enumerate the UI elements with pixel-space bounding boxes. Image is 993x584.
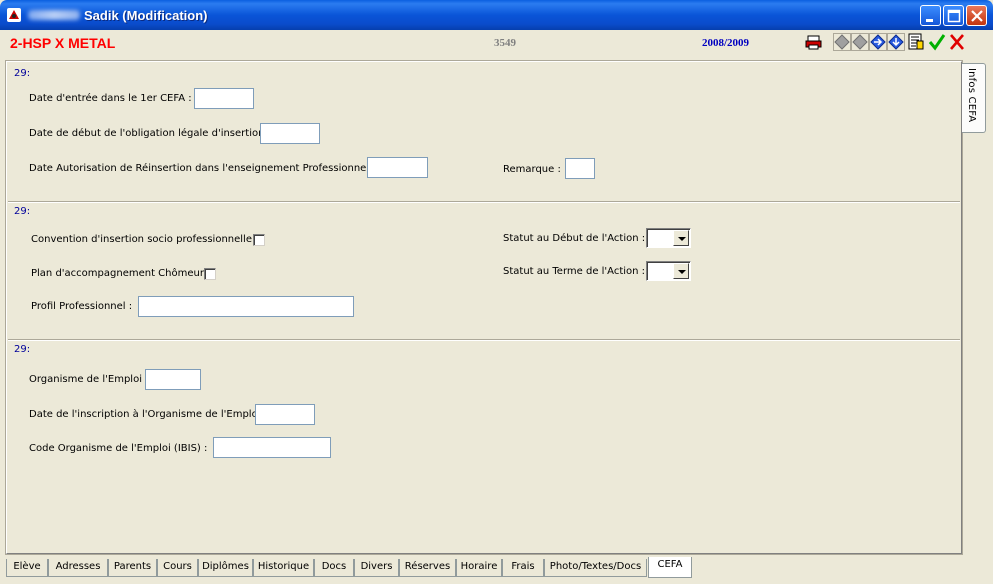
tab-reserves[interactable]: Réserves [399, 559, 456, 577]
school-year: 2008/2009 [702, 37, 750, 49]
date-autorisation-input[interactable] [368, 158, 427, 177]
organisme-input[interactable] [146, 370, 200, 389]
section-label: 29: [14, 344, 31, 355]
profil-input[interactable] [139, 297, 353, 316]
section-organisme-emploi: 29: Organisme de l'Emploi : Date de l'in… [8, 342, 960, 552]
date-debut-label: Date de début de l'obligation légale d'i… [29, 128, 271, 139]
check-icon[interactable] [928, 33, 946, 51]
code-label: Code Organisme de l'Emploi (IBIS) : [29, 443, 208, 454]
date-entree-field[interactable] [194, 88, 254, 109]
organisme-label: Organisme de l'Emploi : [29, 374, 149, 385]
date-debut-input[interactable] [261, 124, 319, 143]
tab-infos-cefa-label: Infos CEFA [966, 68, 977, 123]
section-cefa-dates: 29: Date d'entrée dans le 1er CEFA : Dat… [8, 62, 960, 203]
next-record-arrow-icon[interactable] [869, 33, 887, 51]
remarque-field[interactable] [565, 158, 595, 179]
tab-divers[interactable]: Divers [354, 559, 399, 577]
date-entree-label: Date d'entrée dans le 1er CEFA : [29, 93, 192, 104]
statut-debut-label: Statut au Début de l'Action : [503, 233, 646, 244]
tab-diplomes[interactable]: Diplômes [198, 559, 253, 577]
statut-debut-select[interactable] [646, 228, 691, 248]
close-button[interactable] [966, 5, 987, 26]
first-record-diamond-icon[interactable] [833, 33, 851, 51]
tab-horaire[interactable]: Horaire [456, 559, 502, 577]
tab-parents[interactable]: Parents [108, 559, 157, 577]
statut-terme-select[interactable] [646, 261, 691, 281]
tab-infos-cefa[interactable]: Infos CEFA [962, 63, 986, 133]
remarque-input[interactable] [566, 159, 594, 178]
section-insertion: 29: Convention d'insertion socio profess… [8, 204, 960, 341]
plan-label: Plan d'accompagnement Chômeur : [31, 268, 211, 279]
tab-adresses[interactable]: Adresses [48, 559, 108, 577]
app-icon [7, 8, 21, 22]
minimize-button[interactable] [920, 5, 941, 26]
chevron-down-icon[interactable] [673, 263, 689, 279]
date-debut-field[interactable] [260, 123, 320, 144]
tab-photo-textes-docs[interactable]: Photo/Textes/Docs [544, 559, 647, 577]
close-icon [971, 10, 983, 22]
maximize-button[interactable] [943, 5, 964, 26]
organisme-field[interactable] [145, 369, 201, 390]
chevron-down-icon[interactable] [673, 230, 689, 246]
maximize-icon [947, 9, 961, 23]
profil-label: Profil Professionnel : [31, 301, 133, 312]
convention-checkbox[interactable] [253, 234, 265, 246]
code-input[interactable] [214, 438, 330, 457]
window-title: Sadik (Modification) [84, 8, 208, 23]
date-autorisation-label: Date Autorisation de Réinsertion dans l'… [29, 163, 376, 174]
printer-icon[interactable] [805, 33, 823, 51]
tab-eleve[interactable]: Elève [6, 559, 48, 577]
tab-docs[interactable]: Docs [314, 559, 354, 577]
date-inscription-label: Date de l'inscription à l'Organisme de l… [29, 409, 268, 420]
section-label: 29: [14, 68, 31, 79]
cross-icon[interactable] [948, 33, 966, 51]
convention-label: Convention d'insertion socio professionn… [31, 234, 259, 245]
main-panel: 29: Date d'entrée dans le 1er CEFA : Dat… [5, 60, 963, 555]
record-number: 3549 [494, 37, 516, 49]
previous-record-diamond-icon[interactable] [851, 33, 869, 51]
class-name: 2-HSP X METAL [10, 35, 116, 51]
title-bar[interactable]: Sadik (Modification) [0, 0, 993, 30]
last-record-arrow-icon[interactable] [887, 33, 905, 51]
code-field[interactable] [213, 437, 331, 458]
tab-cefa[interactable]: CEFA [648, 557, 692, 578]
title-blurred-name [28, 10, 80, 20]
profil-field[interactable] [138, 296, 354, 317]
tab-cours[interactable]: Cours [157, 559, 198, 577]
tab-historique[interactable]: Historique [253, 559, 314, 577]
tab-frais[interactable]: Frais [502, 559, 544, 577]
section-label: 29: [14, 206, 31, 217]
date-entree-input[interactable] [195, 89, 253, 108]
date-inscription-field[interactable] [255, 404, 315, 425]
plan-checkbox[interactable] [204, 268, 216, 280]
info-bar: 2-HSP X METAL 3549 2008/2009 [4, 30, 989, 56]
statut-terme-label: Statut au Terme de l'Action : [503, 266, 646, 277]
date-autorisation-field[interactable] [367, 157, 428, 178]
minimize-icon [926, 19, 933, 22]
notes-icon[interactable] [907, 33, 925, 51]
remarque-label: Remarque : [503, 164, 561, 175]
date-inscription-input[interactable] [256, 405, 314, 424]
